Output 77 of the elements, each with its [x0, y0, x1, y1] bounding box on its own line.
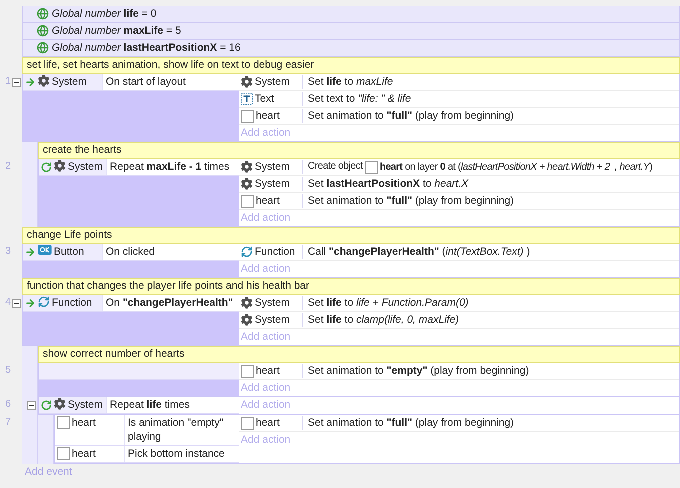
action-object: System [255, 75, 290, 89]
action-text[interactable]: Set animation to "empty" (play from beginning) [303, 364, 534, 378]
action-object: heart [256, 416, 280, 430]
gear-icon [54, 160, 66, 172]
line-number: 4 [5, 296, 12, 310]
collapse-icon[interactable] [12, 299, 21, 308]
condition-object: heart [72, 447, 96, 461]
button-object-icon [38, 245, 52, 255]
line-number: 7 [5, 416, 12, 430]
trigger-arrow-icon [25, 298, 36, 309]
condition-object: System [68, 160, 104, 174]
global-variable-row[interactable]: Global number lastHeartPositionX = 16 [22, 40, 680, 57]
trigger-arrow-icon [25, 247, 36, 258]
line-number: 5 [5, 364, 12, 378]
globe-icon [37, 42, 49, 54]
condition-text[interactable]: On clicked [103, 244, 239, 260]
global-variable-text: Global number lastHeartPositionX = 16 [52, 42, 241, 54]
function-arrows-icon [241, 246, 253, 258]
globe-icon [37, 8, 49, 20]
line-number: 1 [5, 75, 12, 89]
global-variable-row[interactable]: Global number life = 0 [22, 6, 680, 23]
action-object: System [255, 177, 290, 191]
action-object: System [255, 313, 290, 327]
comment: show correct number of hearts [38, 346, 680, 363]
action-object: System [255, 160, 290, 174]
comment: create the hearts [38, 142, 680, 159]
comment: function that changes the player life points and his health bar [22, 278, 680, 295]
condition-object: Function [52, 296, 92, 310]
action-text[interactable]: Set animation to "full" (play from beginning) [303, 194, 520, 208]
action-object: Text [255, 92, 274, 106]
global-variable-text: Global number life = 0 [52, 8, 157, 20]
line-number: 2 [5, 160, 12, 174]
action-object: heart [256, 364, 280, 378]
action-text[interactable]: Create object [308, 160, 363, 174]
line-number: 6 [5, 398, 12, 412]
gear-icon [241, 314, 253, 326]
global-variable-row[interactable]: Global number maxLife = 5 [22, 23, 680, 40]
action-text[interactable]: Set life to maxLife [303, 75, 398, 89]
gear-icon [38, 75, 50, 87]
action-text[interactable]: Set lastHeartPositionX to heart.X [303, 177, 474, 191]
action-text[interactable]: Set text to "life: " & life [303, 92, 416, 106]
action-object: System [255, 296, 290, 310]
line-number: 3 [5, 245, 12, 259]
action-text[interactable]: Set animation to "full" (play from beginning) [303, 416, 520, 430]
action-text[interactable]: heart on layer 0 at (lastHeartPositionX + heart.Width + 2 , heart.Y) [380, 162, 653, 172]
comment: set life, set hearts animation, show life on text to debug easier [22, 57, 680, 74]
gear-icon [54, 398, 66, 410]
action-text[interactable]: Set life to life + Function.Param(0) [303, 296, 474, 310]
action-text[interactable]: Set life to clamp(life, 0, maxLife) [303, 313, 464, 327]
collapse-icon[interactable] [27, 401, 36, 410]
loop-icon [41, 400, 52, 411]
action-object: heart [256, 194, 280, 208]
trigger-arrow-icon [25, 77, 36, 88]
condition-text[interactable]: Is animation "empty" playing [125, 415, 239, 445]
condition-object: System [68, 398, 104, 412]
collapse-icon[interactable] [12, 78, 21, 87]
global-variable-text: Global number maxLife = 5 [52, 25, 182, 37]
comment: change Life points [22, 227, 680, 244]
condition-text[interactable]: On start of layout [103, 74, 239, 90]
action-text[interactable]: Call "changePlayerHealth" (int(TextBox.Text) ) [303, 245, 536, 259]
action-text[interactable]: Set animation to "full" (play from beginning) [303, 109, 520, 123]
condition-text[interactable]: Repeat life times [107, 397, 239, 413]
action-object: heart [256, 109, 280, 123]
condition-object: Button [54, 245, 84, 259]
globe-icon [37, 25, 49, 37]
action-object: Function [255, 245, 296, 259]
condition-text[interactable]: Pick bottom instance [125, 446, 239, 462]
gear-icon [241, 297, 253, 309]
condition-text[interactable]: Repeat maxLife - 1 times [107, 159, 239, 175]
gear-icon [241, 76, 253, 88]
loop-icon [41, 162, 52, 173]
condition-object: System [52, 75, 88, 89]
condition-text[interactable]: On "changePlayerHealth" [103, 295, 239, 311]
condition-object: heart [72, 416, 96, 430]
gear-icon [241, 178, 253, 190]
gear-icon [241, 161, 253, 173]
function-arrows-icon [38, 296, 50, 308]
